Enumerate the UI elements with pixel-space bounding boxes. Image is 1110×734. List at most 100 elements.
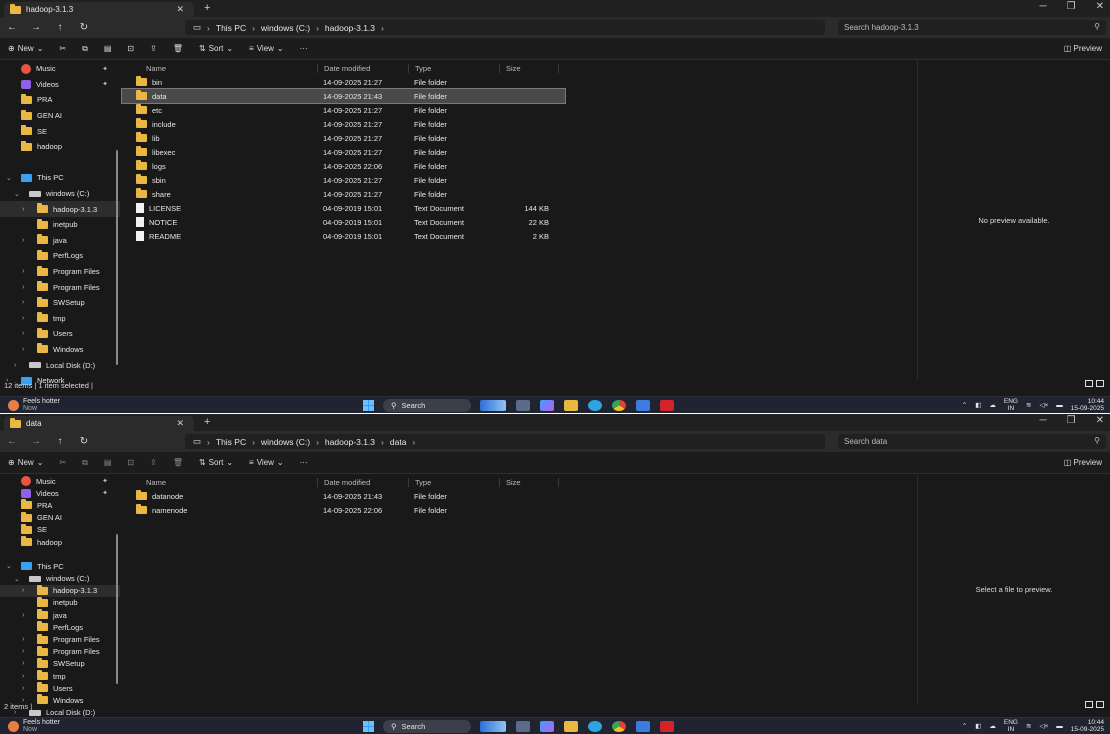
sidebar-item[interactable]: inetpub <box>0 596 120 609</box>
close-tab-icon[interactable]: ✕ <box>176 4 184 15</box>
sidebar-item[interactable]: PRA <box>0 499 120 511</box>
paste-icon[interactable]: ▤ <box>96 44 120 53</box>
task-view-icon[interactable] <box>516 400 530 411</box>
store-icon[interactable] <box>636 400 650 411</box>
taskbar-search[interactable]: ⚲ Search <box>383 720 471 733</box>
wifi-icon[interactable]: ≋ <box>1026 723 1031 730</box>
sidebar-item[interactable]: hadoop <box>0 536 120 548</box>
copilot-icon[interactable] <box>540 400 554 411</box>
file-explorer-icon[interactable] <box>564 400 578 411</box>
chevron-right-icon[interactable]: › <box>412 437 415 447</box>
file-row[interactable]: NOTICE 04-09-2019 15:01 Text Document 22 KB <box>122 215 917 229</box>
clock[interactable]: 10:44 15-09-2025 <box>1071 719 1104 733</box>
sidebar-item[interactable]: › hadoop-3.1.3 <box>0 584 120 597</box>
weather-widget[interactable]: Feels hotter Now <box>8 398 60 412</box>
close-window-icon[interactable]: ✕ <box>1096 1 1104 12</box>
sidebar-item[interactable]: GEN AI <box>0 511 120 524</box>
sidebar-item[interactable]: hadoop <box>0 139 120 155</box>
rename-icon[interactable]: ⊡ <box>119 458 142 467</box>
weather-widget[interactable]: Feels hotter Now <box>8 719 60 733</box>
chevron-icon[interactable]: › <box>22 685 32 692</box>
file-row[interactable]: data 14-09-2025 21:43 File folder <box>121 88 566 104</box>
sidebar-item[interactable]: › Users <box>0 326 120 342</box>
new-tab-icon[interactable]: + <box>204 416 210 428</box>
tiles-view-icon[interactable] <box>1096 380 1104 387</box>
view-button[interactable]: ≡ View ⌄ <box>241 44 292 53</box>
sidebar-item[interactable]: › hadoop-3.1.3 <box>0 201 120 217</box>
new-button[interactable]: ⊕ New ⌄ <box>0 44 51 53</box>
sidebar-item[interactable]: inetpub <box>0 217 120 233</box>
copy-icon[interactable]: ⧉ <box>74 44 96 54</box>
start-icon[interactable] <box>363 721 374 732</box>
sidebar-item[interactable]: ⌄ windows (C:) <box>0 186 120 202</box>
tray-app-icon[interactable]: ◧ <box>975 402 981 409</box>
chevron-icon[interactable]: › <box>22 648 32 655</box>
chevron-icon[interactable]: › <box>22 660 32 667</box>
file-row[interactable]: datanode 14-09-2025 21:43 File folder <box>122 489 917 503</box>
sidebar-item[interactable]: › tmp <box>0 670 120 682</box>
chevron-icon[interactable]: › <box>22 587 32 594</box>
view-toggle[interactable] <box>1085 380 1104 387</box>
sidebar-item[interactable]: › Program Files <box>0 645 120 658</box>
chevron-icon[interactable]: ⌄ <box>6 174 16 182</box>
sidebar-item[interactable]: GEN AI <box>0 108 120 124</box>
file-row[interactable]: namenode 14-09-2025 22:06 File folder <box>122 503 917 517</box>
sidebar-item[interactable]: ⌄ This PC <box>0 560 120 572</box>
sidebar-item[interactable]: Music ✦ <box>0 475 120 487</box>
edge-icon[interactable] <box>588 400 602 411</box>
mcafee-icon[interactable] <box>660 721 674 732</box>
share-icon[interactable]: ⇪ <box>142 458 165 467</box>
sidebar-scrollbar[interactable] <box>116 534 118 684</box>
taskbar-search[interactable]: ⚲ Search <box>383 399 471 412</box>
file-row[interactable]: LICENSE 04-09-2019 15:01 Text Document 144 … <box>122 201 917 215</box>
sidebar-item[interactable]: › Windows <box>0 342 120 358</box>
column-date[interactable]: Date modified <box>317 63 408 73</box>
breadcrumb-item[interactable]: hadoop-3.1.3 <box>325 437 375 447</box>
preview-button[interactable]: ◫ Preview <box>1064 44 1102 53</box>
back-icon[interactable]: ← <box>0 436 24 447</box>
chevron-icon[interactable]: › <box>22 284 32 291</box>
sidebar-item[interactable]: PRA <box>0 92 120 108</box>
chevron-icon[interactable]: › <box>14 362 24 369</box>
file-row[interactable]: etc 14-09-2025 21:27 File folder <box>122 103 917 117</box>
cut-icon[interactable]: ✂ <box>51 458 74 467</box>
sidebar-item[interactable]: › Program Files <box>0 264 120 280</box>
delete-icon[interactable]: 🗑 <box>165 44 191 53</box>
battery-icon[interactable]: ▬ <box>1056 723 1063 730</box>
chevron-icon[interactable]: › <box>22 315 32 322</box>
new-tab-icon[interactable]: + <box>204 2 210 14</box>
breadcrumb-item[interactable]: windows (C:) <box>261 23 310 33</box>
restore-icon[interactable]: ❐ <box>1067 1 1076 12</box>
breadcrumb-item[interactable]: This PC <box>216 437 246 447</box>
onedrive-icon[interactable]: ☁ <box>989 723 996 730</box>
chevron-icon[interactable]: ⌄ <box>14 190 24 198</box>
chevron-icon[interactable]: ⌄ <box>6 562 16 570</box>
chrome-icon[interactable] <box>612 721 626 732</box>
tray-app-icon[interactable]: ◧ <box>975 723 981 730</box>
chevron-icon[interactable]: › <box>22 299 32 306</box>
sidebar-item[interactable]: SE <box>0 523 120 536</box>
language-indicator[interactable]: ENG IN <box>1004 398 1018 412</box>
up-icon[interactable]: ↑ <box>48 436 72 447</box>
sidebar-item[interactable]: › java <box>0 609 120 621</box>
chevron-icon[interactable]: ⌄ <box>14 575 24 583</box>
file-row[interactable]: lib 14-09-2025 21:27 File folder <box>122 131 917 145</box>
minimize-icon[interactable]: ─ <box>1040 1 1047 12</box>
sidebar-item[interactable]: PerfLogs <box>0 248 120 264</box>
search-input[interactable]: Search data ⚲ <box>838 434 1106 449</box>
sidebar-item[interactable]: › SWSetup <box>0 657 120 670</box>
wifi-icon[interactable]: ≋ <box>1026 402 1031 409</box>
search-input[interactable]: Search hadoop-3.1.3 ⚲ <box>838 20 1106 35</box>
breadcrumb[interactable]: ▭ › This PC › windows (C:) › hadoop-3.1.3 › <box>185 20 825 35</box>
sidebar-item[interactable]: Music ✦ <box>0 61 120 77</box>
sidebar-item[interactable]: › tmp <box>0 311 120 327</box>
file-row[interactable]: logs 14-09-2025 22:06 File folder <box>122 159 917 173</box>
start-icon[interactable] <box>363 400 374 411</box>
task-view-icon[interactable] <box>516 721 530 732</box>
chevron-up-icon[interactable]: ⌃ <box>962 723 967 730</box>
sidebar-item[interactable]: ⌄ This PC <box>0 170 120 186</box>
chevron-icon[interactable]: › <box>22 237 32 244</box>
delete-icon[interactable]: 🗑 <box>165 458 191 467</box>
onedrive-icon[interactable]: ☁ <box>989 402 996 409</box>
refresh-icon[interactable]: ↻ <box>72 22 96 33</box>
